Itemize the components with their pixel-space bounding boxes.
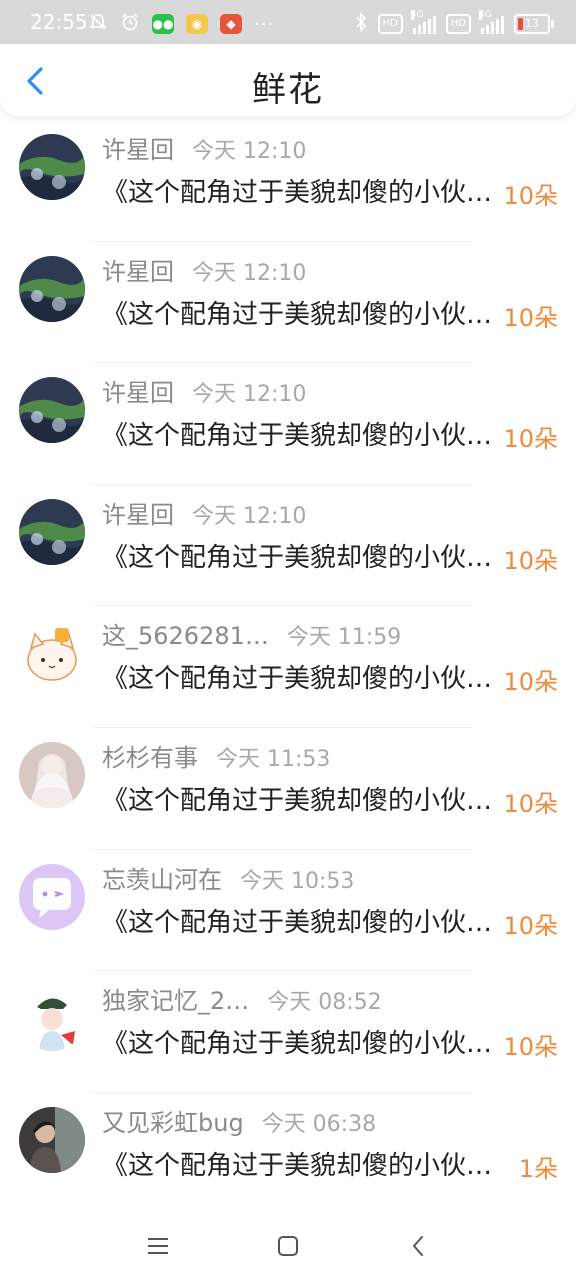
item-header: 这_5626281… 今天 11:59 — [102, 616, 401, 651]
timestamp: 今天 11:59 — [286, 625, 402, 651]
list-item[interactable]: 独家记忆_2… 今天 08:52 《这个配角过于美貌却傻的小伙子》 10朵 — [0, 971, 576, 1093]
signal-icon: 4G — [410, 10, 436, 34]
flower-count: 10朵 — [503, 789, 558, 818]
avatar[interactable] — [19, 620, 85, 687]
timestamp: 今天 12:10 — [192, 382, 307, 408]
avatar[interactable] — [19, 134, 85, 200]
item-header: 许星回 今天 12:10 — [102, 252, 306, 287]
alarm-icon — [120, 12, 140, 36]
status-indicators: HD 4G HD 4G 13 — [354, 10, 554, 36]
menu-button[interactable] — [140, 1230, 176, 1262]
flower-count: 10朵 — [503, 668, 558, 697]
home-icon — [278, 1236, 298, 1256]
flower-count: 10朵 — [503, 182, 558, 210]
status-time: 22:55 — [30, 10, 88, 34]
user-name[interactable]: 许星回 — [102, 495, 174, 530]
list-item[interactable]: 忘羡山河在 今天 10:53 《这个配角过于美貌却傻的小伙子》 10朵 — [0, 850, 576, 972]
hd-icon: HD — [377, 14, 403, 34]
status-bar: 22:55 ●● ◉ ◆ ··· HD 4G HD 4G 13 — [0, 0, 576, 44]
wechat-icon: ●● — [152, 14, 174, 34]
back-icon — [413, 1236, 423, 1256]
item-header: 许星回 今天 12:10 — [102, 373, 306, 408]
user-name[interactable]: 忘羡山河在 — [102, 860, 222, 895]
user-name[interactable]: 独家记忆_2… — [102, 981, 249, 1016]
home-button[interactable] — [270, 1230, 306, 1262]
list-item[interactable]: 许星回 今天 12:10 《这个配角过于美貌却傻的小伙子》 10朵 — [0, 363, 576, 485]
app-icon: ◉ — [186, 14, 208, 34]
book-title: 《这个配角过于美貌却傻的小伙子》 — [102, 1029, 497, 1060]
book-title: 《这个配角过于美貌却傻的小伙子》 — [102, 1150, 497, 1181]
flower-count: 1朵 — [518, 1154, 558, 1183]
item-header: 独家记忆_2… 今天 08:52 — [102, 981, 382, 1016]
user-name[interactable]: 许星回 — [102, 373, 174, 408]
more-notifications-icon: ··· — [254, 13, 275, 35]
item-header: 杉杉有事 今天 11:53 — [102, 738, 330, 773]
flower-count: 10朵 — [503, 911, 558, 940]
list-item[interactable]: 许星回 今天 12:10 《这个配角过于美貌却傻的小伙子》 10朵 — [0, 120, 576, 242]
back-nav-button[interactable] — [400, 1230, 436, 1262]
menu-icon — [148, 1238, 168, 1254]
book-title: 《这个配角过于美貌却傻的小伙子》 — [102, 785, 497, 816]
avatar[interactable] — [19, 255, 85, 322]
flower-count: 10朵 — [503, 1033, 558, 1062]
book-title: 《这个配角过于美貌却傻的小伙子》 — [102, 542, 497, 573]
list-item[interactable]: 许星回 今天 12:10 《这个配角过于美貌却傻的小伙子》 10朵 — [0, 485, 576, 607]
item-header: 又见彩虹bug 今天 06:38 — [102, 1103, 376, 1138]
list-item[interactable]: 许星回 今天 12:10 《这个配角过于美貌却傻的小伙子》 10朵 — [0, 242, 576, 364]
avatar[interactable] — [19, 741, 85, 808]
timestamp: 今天 06:38 — [261, 1111, 377, 1137]
flower-list: 许星回 今天 12:10 《这个配角过于美貌却傻的小伙子》 10朵 许星回 今天… — [0, 120, 576, 1215]
page-title: 鲜花 — [252, 70, 324, 110]
avatar[interactable] — [19, 498, 85, 565]
avatar[interactable] — [19, 985, 85, 1052]
book-title: 《这个配角过于美貌却傻的小伙子》 — [102, 299, 497, 330]
notification-icons: ●● ◉ ◆ ··· — [88, 12, 274, 36]
avatar[interactable] — [19, 863, 85, 930]
book-title: 《这个配角过于美貌却傻的小伙子》 — [102, 178, 497, 208]
list-item[interactable]: 又见彩虹bug 今天 06:38 《这个配角过于美貌却傻的小伙子》 1朵 — [0, 1093, 576, 1215]
signal-icon-2: 4G — [479, 10, 504, 34]
app-icon-red: ◆ — [220, 14, 242, 34]
flower-count: 10朵 — [503, 546, 558, 575]
user-name[interactable]: 许星回 — [102, 252, 174, 287]
book-title: 《这个配角过于美貌却傻的小伙子》 — [102, 664, 497, 695]
item-header: 许星回 今天 12:10 — [102, 495, 306, 530]
list-item[interactable]: 杉杉有事 今天 11:53 《这个配角过于美貌却傻的小伙子》 10朵 — [0, 728, 576, 850]
user-name[interactable]: 又见彩虹bug — [102, 1103, 244, 1138]
user-name[interactable]: 杉杉有事 — [102, 738, 198, 773]
timestamp: 今天 12:10 — [192, 260, 307, 286]
timestamp: 今天 12:10 — [192, 139, 307, 164]
flower-count: 10朵 — [503, 425, 558, 454]
flower-count: 10朵 — [503, 303, 558, 332]
avatar[interactable] — [19, 377, 85, 444]
header: 鲜花 — [0, 44, 576, 116]
battery-icon: 13 — [514, 14, 554, 34]
timestamp: 今天 10:53 — [240, 868, 355, 894]
item-header: 忘羡山河在 今天 10:53 — [102, 860, 354, 895]
battery-level: 13 — [525, 17, 539, 30]
hd-icon-2: HD — [445, 14, 471, 34]
timestamp: 今天 11:53 — [216, 746, 331, 772]
avatar[interactable] — [19, 1106, 85, 1173]
system-nav-bar — [0, 1212, 576, 1280]
mute-icon — [88, 12, 108, 36]
list-item[interactable]: 这_5626281… 今天 11:59 《这个配角过于美貌却傻的小伙子》 10朵 — [0, 606, 576, 728]
item-header: 许星回 今天 12:10 — [102, 130, 306, 165]
bluetooth-icon — [354, 12, 368, 36]
book-title: 《这个配角过于美貌却傻的小伙子》 — [102, 907, 497, 938]
timestamp: 今天 08:52 — [267, 990, 382, 1016]
timestamp: 今天 12:10 — [192, 503, 307, 529]
book-title: 《这个配角过于美貌却傻的小伙子》 — [102, 421, 497, 452]
user-name[interactable]: 许星回 — [102, 130, 174, 165]
user-name[interactable]: 这_5626281… — [102, 616, 269, 651]
